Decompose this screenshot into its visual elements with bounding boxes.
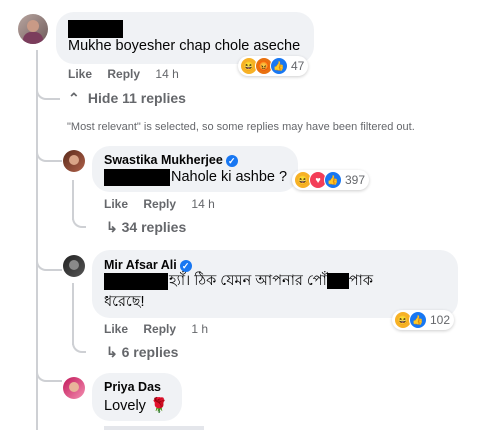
- like-button[interactable]: Like: [104, 322, 128, 336]
- reply-author[interactable]: Swastika Mukherjee ✓: [104, 153, 238, 167]
- reaction-count: 47: [291, 59, 305, 73]
- like-button[interactable]: Like: [68, 67, 92, 81]
- like-icon: 👍: [324, 171, 342, 189]
- like-icon: 👍: [270, 57, 288, 75]
- thread-elbow-reply-2: [36, 255, 62, 271]
- reaction-summary[interactable]: 😆 ♥ 👍 397: [292, 170, 370, 190]
- cut-off-next-reply: [104, 426, 204, 430]
- reply-button[interactable]: Reply: [143, 322, 176, 336]
- reply-author[interactable]: Mir Afsar Ali ✓: [104, 258, 192, 272]
- avatar[interactable]: [63, 377, 85, 399]
- redacted-mention: [104, 169, 170, 186]
- view-replies-label: 34 replies: [121, 219, 187, 235]
- reaction-count: 102: [430, 313, 451, 327]
- reply-text-line2: ধরেছে!: [104, 294, 145, 310]
- reply-actions: Like Reply 1 h: [104, 322, 220, 336]
- reply-actions: Like Reply 14 h: [104, 197, 227, 211]
- thread-line-reply-2: [72, 283, 74, 345]
- reply-button[interactable]: Reply: [143, 197, 176, 211]
- redacted-word: [326, 273, 349, 290]
- comment-actions: Like Reply 14 h: [68, 67, 191, 81]
- verified-badge-icon: ✓: [225, 154, 238, 167]
- redacted-mention: [104, 273, 168, 290]
- like-button[interactable]: Like: [104, 197, 128, 211]
- reply-arrow-icon: ↳: [106, 344, 118, 360]
- thread-elbow-more-2: [72, 337, 86, 353]
- view-replies-label: 6 replies: [121, 344, 179, 360]
- redacted-author-name: [68, 20, 123, 38]
- thread-elbow-more-1: [72, 212, 86, 228]
- avatar[interactable]: [63, 255, 85, 277]
- reply-text-line1: হ্যাঁ। ঠিক যেমন আপনার পোঁ পাক: [169, 273, 374, 290]
- timestamp[interactable]: 1 h: [191, 322, 208, 336]
- like-icon: 👍: [409, 311, 427, 329]
- comment-text: Mukhe boyesher chap chole aseche: [68, 38, 301, 54]
- view-replies-button[interactable]: ↳ 34 replies: [106, 219, 186, 236]
- reply-arrow-icon: ↳: [106, 219, 118, 235]
- hide-replies-button[interactable]: ⌃ Hide 11 replies: [68, 90, 186, 107]
- filter-notice: "Most relevant" is selected, so some rep…: [67, 121, 415, 133]
- reaction-count: 397: [345, 173, 366, 187]
- avatar[interactable]: [63, 150, 85, 172]
- reply-text: Lovely 🌹: [104, 398, 168, 414]
- timestamp[interactable]: 14 h: [191, 197, 214, 211]
- thread-elbow-reply-1: [36, 146, 62, 162]
- reaction-summary[interactable]: 😆 😡 👍 47: [238, 56, 309, 76]
- hide-replies-label: Hide 11 replies: [87, 90, 186, 106]
- reaction-summary[interactable]: 😆 👍 102: [392, 310, 455, 330]
- avatar[interactable]: [18, 14, 48, 44]
- thread-elbow-hide: [36, 82, 60, 100]
- chevron-up-icon: ⌃: [68, 90, 80, 106]
- view-replies-button[interactable]: ↳ 6 replies: [106, 344, 178, 361]
- reply-author[interactable]: Priya Das: [104, 380, 161, 394]
- timestamp[interactable]: 14 h: [155, 67, 178, 81]
- verified-badge-icon: ✓: [179, 259, 192, 272]
- reply-text: Nahole ki ashbe ?: [171, 169, 288, 185]
- reply-button[interactable]: Reply: [107, 67, 140, 81]
- thread-elbow-reply-3: [36, 366, 62, 382]
